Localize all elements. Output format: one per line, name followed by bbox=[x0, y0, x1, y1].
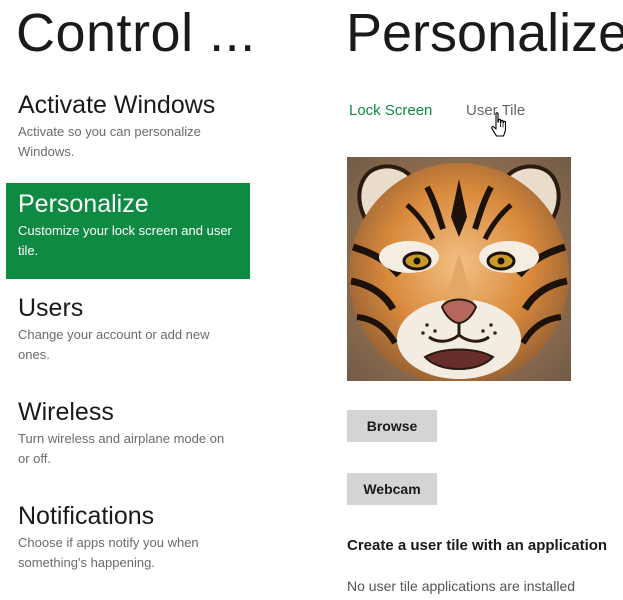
webcam-button[interactable]: Webcam bbox=[347, 473, 437, 505]
nav-item-label: Activate Windows bbox=[18, 91, 216, 119]
nav-item-description: Customize your lock screen and user tile… bbox=[18, 223, 232, 258]
nav-item-description: Change your account or add new ones. bbox=[18, 327, 210, 362]
browse-button[interactable]: Browse bbox=[347, 410, 437, 442]
nav-item-description: Turn wireless and airplane mode on or of… bbox=[18, 431, 225, 466]
nav-item-description: Choose if apps notify you when something… bbox=[18, 535, 199, 570]
hand-pointer-icon bbox=[491, 112, 507, 137]
nav-item-personalize[interactable]: Personalize Customize your lock screen a… bbox=[6, 183, 250, 279]
user-tile-apps-heading: Create a user tile with an application bbox=[347, 537, 608, 554]
user-tile-image bbox=[347, 157, 571, 381]
nav-item-label: Wireless bbox=[18, 398, 114, 426]
nav-item-label: Users bbox=[18, 294, 84, 322]
nav-item-label: Personalize bbox=[18, 190, 149, 218]
nav-item-activate-windows[interactable]: Activate Windows Activate so you can per… bbox=[6, 84, 250, 180]
nav-item-notifications[interactable]: Notifications Choose if apps notify you … bbox=[6, 495, 250, 591]
tab-lock-screen[interactable]: Lock Screen bbox=[349, 101, 432, 121]
nav-item-label: Notifications bbox=[18, 502, 155, 530]
nav-item-wireless[interactable]: Wireless Turn wireless and airplane mode… bbox=[6, 391, 250, 487]
page-title-personalize: Personalize bbox=[346, 3, 623, 63]
nav-item-users[interactable]: Users Change your account or add new one… bbox=[6, 287, 250, 383]
nav-item-description: Activate so you can personalize Windows. bbox=[18, 124, 201, 159]
user-tile-apps-note: No user tile applications are installed bbox=[347, 578, 576, 594]
page-title-control-panel: Control ... bbox=[16, 3, 256, 63]
